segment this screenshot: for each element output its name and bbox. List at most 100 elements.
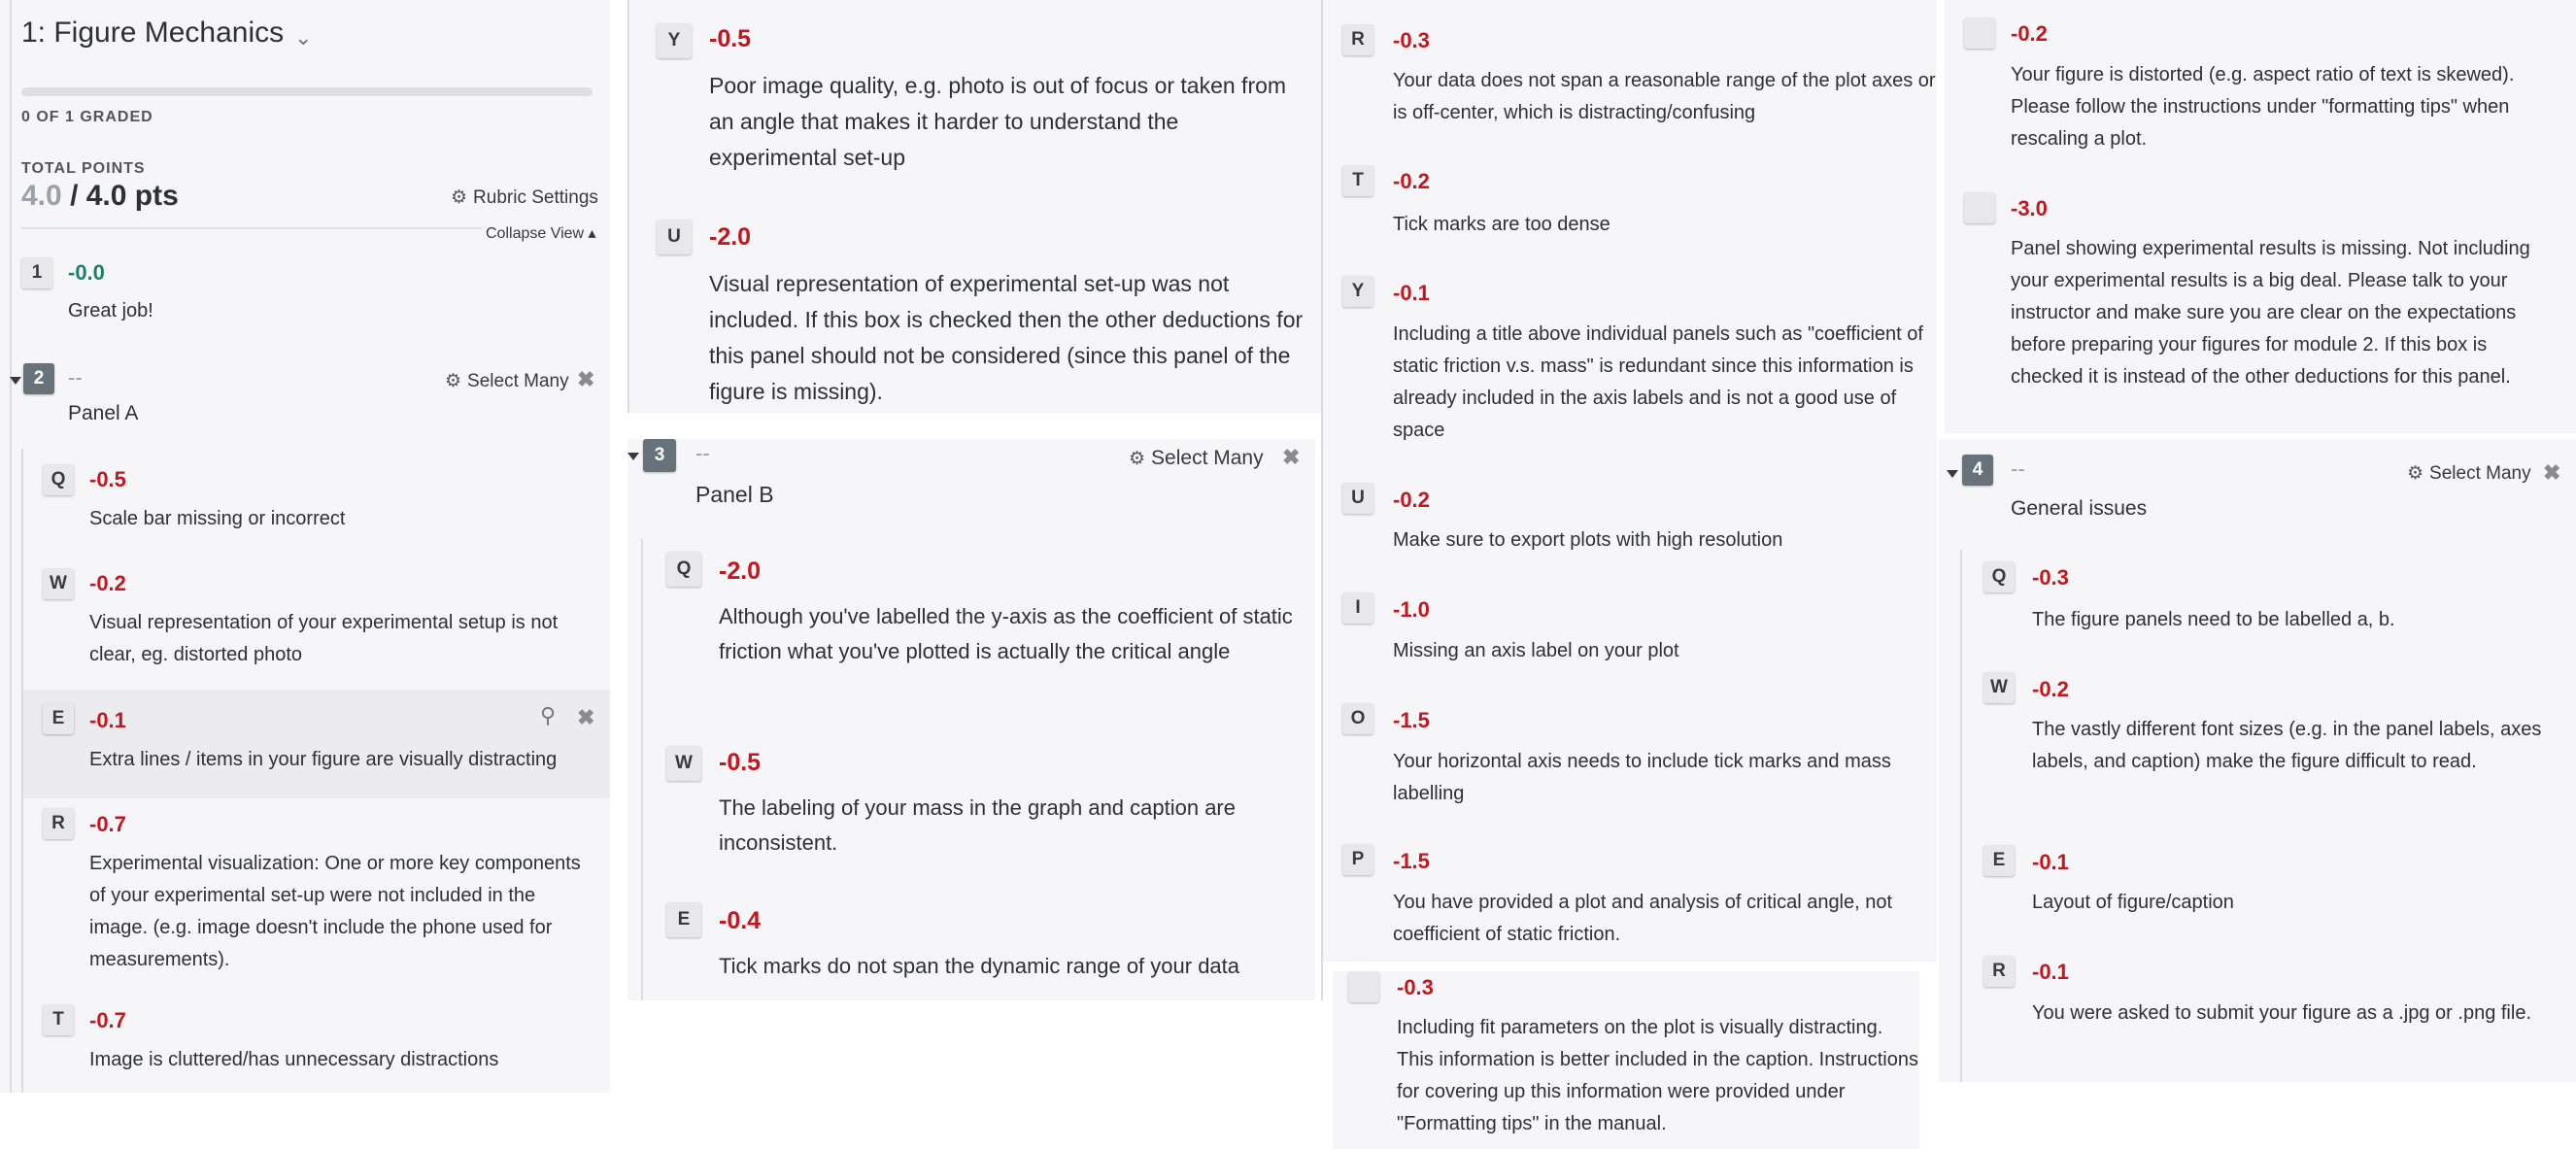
- rubric-group-key-4[interactable]: 4: [1962, 455, 1993, 486]
- close-icon[interactable]: ✖: [577, 705, 594, 730]
- rubric-key-q[interactable]: Q: [43, 464, 74, 495]
- rubric-key-e[interactable]: E: [43, 703, 74, 734]
- rubric-description: Extra lines / items in your figure are v…: [89, 749, 558, 770]
- search-icon[interactable]: ⚲: [540, 703, 556, 728]
- rubric-points: -0.1: [89, 708, 126, 732]
- rubric-description: Scale bar missing or incorrect: [89, 508, 346, 529]
- rubric-group-title: Panel A: [68, 402, 139, 424]
- rubric-key-e[interactable]: E: [1983, 845, 2015, 876]
- close-icon[interactable]: ✖: [1282, 445, 1300, 470]
- rubric-key-r[interactable]: R: [1983, 956, 2015, 987]
- rubric-description: Visual representation of experimental se…: [709, 271, 1304, 404]
- rubric-description: Image is cluttered/has unnecessary distr…: [89, 1049, 499, 1070]
- rubric-description: The labeling of your mass in the graph a…: [719, 795, 1236, 855]
- select-many-button[interactable]: ⚙ Select Many: [1129, 447, 1264, 470]
- rubric-key-w[interactable]: W: [1983, 672, 2015, 703]
- rubric-description: Tick marks do not span the dynamic range…: [719, 954, 1240, 978]
- rubric-description: Make sure to export plots with high reso…: [1393, 529, 1783, 551]
- close-icon[interactable]: ✖: [2543, 460, 2560, 486]
- rubric-key-r[interactable]: R: [43, 808, 74, 839]
- rubric-key-r[interactable]: R: [1342, 24, 1373, 55]
- rubric-key-1[interactable]: 1: [21, 257, 52, 288]
- score-display: 4.0 / 4.0 pts: [21, 180, 179, 213]
- rubric-description: Missing an axis label on your plot: [1393, 640, 1679, 661]
- rubric-description: Including fit parameters on the plot is …: [1397, 1017, 1918, 1134]
- rubric-key-empty[interactable]: [1964, 17, 1995, 49]
- rubric-description: Great job!: [68, 300, 153, 321]
- column-divider: [10, 0, 12, 1093]
- rubric-points: -0.3: [1397, 975, 1434, 999]
- caret-down-icon[interactable]: [1947, 470, 1958, 478]
- group-indent-line: [641, 539, 643, 1000]
- rubric-settings-button[interactable]: ⚙ Rubric Settings: [451, 186, 598, 209]
- rubric-description: Panel showing experimental results is mi…: [2011, 238, 2530, 388]
- score-current: 4.0: [21, 180, 62, 212]
- rubric-points: -0.5: [719, 749, 762, 776]
- rubric-key-q[interactable]: Q: [666, 552, 701, 587]
- rubric-description: Although you've labelled the y-axis as t…: [719, 604, 1293, 663]
- page-title: 1: Figure Mechanics: [21, 17, 285, 49]
- rubric-points: -0.7: [89, 1008, 126, 1032]
- select-many-label: Select Many: [1151, 447, 1264, 469]
- rubric-description: You have provided a plot and analysis of…: [1393, 892, 1893, 945]
- rubric-description: Including a title above individual panel…: [1393, 323, 1923, 441]
- rubric-key-i[interactable]: I: [1342, 592, 1373, 624]
- column-divider: [627, 0, 629, 413]
- rubric-group-title: General issues: [2011, 497, 2148, 520]
- gear-icon: ⚙: [451, 187, 468, 208]
- rubric-key-t[interactable]: T: [1342, 165, 1373, 196]
- rubric-key-y[interactable]: Y: [1342, 276, 1373, 307]
- rubric-description: Your data does not span a reasonable ran…: [1393, 70, 1936, 123]
- close-icon[interactable]: ✖: [577, 367, 594, 392]
- select-many-button[interactable]: ⚙ Select Many: [2407, 462, 2531, 485]
- rubric-key-o[interactable]: O: [1342, 703, 1373, 734]
- rubric-points: -0.3: [2032, 565, 2069, 590]
- select-many-button[interactable]: ⚙ Select Many: [445, 370, 569, 392]
- chevron-down-icon[interactable]: ⌄: [294, 25, 312, 51]
- rubric-points: -0.5: [709, 25, 752, 52]
- rubric-description: The figure panels need to be labelled a,…: [2032, 609, 2395, 630]
- rubric-key-u[interactable]: U: [1342, 483, 1373, 514]
- rubric-points: -1.5: [1393, 849, 1430, 873]
- rubric-description: Poor image quality, e.g. photo is out of…: [709, 73, 1287, 170]
- rubric-group-key-2[interactable]: 2: [23, 363, 54, 394]
- rubric-points: -0.2: [89, 571, 126, 595]
- grading-progress-bar: [21, 87, 593, 96]
- rubric-points: -0.2: [2011, 21, 2048, 46]
- rubric-group-key-3[interactable]: 3: [643, 439, 676, 472]
- rubric-points: -0.3: [1393, 28, 1430, 52]
- rubric-description: Tick marks are too dense: [1393, 214, 1610, 235]
- rubric-key-q[interactable]: Q: [1983, 561, 2015, 592]
- rubric-key-u[interactable]: U: [657, 220, 692, 254]
- rubric-points: -0.1: [2032, 960, 2069, 984]
- rubric-points: -0.2: [1393, 488, 1430, 512]
- caret-down-icon[interactable]: [10, 377, 21, 385]
- rubric-description: Layout of figure/caption: [2032, 892, 2234, 913]
- gear-icon: ⚙: [445, 371, 462, 391]
- rubric-key-empty[interactable]: [1348, 971, 1379, 1002]
- rubric-description: Visual representation of your experiment…: [89, 612, 559, 665]
- total-points-label: TOTAL POINTS: [21, 160, 146, 177]
- rubric-key-e[interactable]: E: [666, 902, 701, 937]
- rubric-key-p[interactable]: P: [1342, 844, 1373, 875]
- rubric-points: -0.1: [2032, 850, 2069, 874]
- rubric-points: -0.2: [2032, 677, 2069, 701]
- rubric-key-t[interactable]: T: [43, 1004, 74, 1035]
- select-many-label: Select Many: [467, 370, 569, 391]
- rubric-group-points: --: [2011, 456, 2025, 481]
- caret-down-icon[interactable]: [627, 453, 639, 460]
- rubric-description: Your horizontal axis needs to include ti…: [1393, 751, 1891, 804]
- rubric-key-w[interactable]: W: [43, 568, 74, 599]
- rubric-description: Experimental visualization: One or more …: [89, 853, 581, 970]
- rubric-points: -2.0: [719, 558, 762, 585]
- rubric-key-empty[interactable]: [1964, 192, 1995, 223]
- rubric-points: -1.5: [1393, 708, 1430, 732]
- rubric-settings-label: Rubric Settings: [473, 186, 598, 208]
- rubric-group-title: Panel B: [695, 482, 774, 507]
- rubric-key-y[interactable]: Y: [657, 23, 692, 58]
- collapse-view-label: Collapse View: [486, 225, 585, 242]
- rubric-points: -3.0: [2011, 196, 2048, 220]
- collapse-view-button[interactable]: Collapse View ▴: [482, 223, 600, 243]
- rubric-points: -0.5: [89, 467, 126, 491]
- rubric-key-w[interactable]: W: [666, 746, 701, 781]
